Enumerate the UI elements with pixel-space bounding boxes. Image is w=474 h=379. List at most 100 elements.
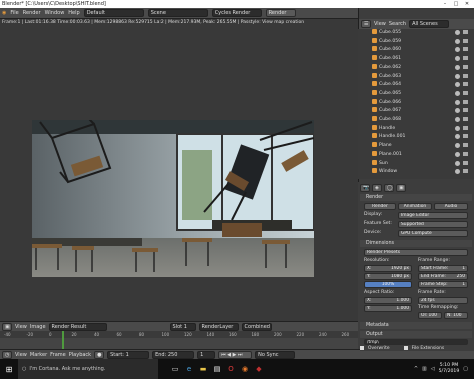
timeline-menu-frame[interactable]: Frame [50,352,66,358]
outliner-item[interactable]: Cube.066 [372,98,472,106]
blender-taskbar-icon[interactable]: ◉ [238,365,252,373]
render-visibility-icon[interactable] [463,117,468,121]
tray-chevron-icon[interactable]: ^ [414,366,418,372]
opera-browser-icon[interactable]: O [224,365,238,373]
start-frame-field[interactable]: Start: 1 [107,350,150,359]
visibility-eye-icon[interactable] [455,73,460,79]
menu-file[interactable]: File [10,10,18,16]
slot-selector[interactable]: Slot 1 [169,322,196,331]
network-icon[interactable]: ▥ [422,366,427,372]
store-icon[interactable]: ▤ [210,365,224,373]
visibility-eye-icon[interactable] [455,169,460,175]
outliner-item[interactable]: Handle [372,124,472,132]
visibility-eye-icon[interactable] [455,82,460,88]
render-panel-header[interactable]: Render [360,194,472,201]
time-remap-new-field[interactable]: N: 100 [444,312,468,319]
render-visibility-icon[interactable] [463,30,468,34]
dimensions-panel-header[interactable]: Dimensions [360,240,472,247]
timeline-menu-playback[interactable]: Playback [69,352,91,358]
timeline-editor-type-icon[interactable]: ◷ [2,350,12,359]
render-button[interactable]: Render [265,9,296,17]
render-visibility-icon[interactable] [463,108,468,113]
visibility-eye-icon[interactable] [455,30,460,35]
render-result-image[interactable] [32,120,314,277]
close-icon[interactable]: ✕ [462,0,472,8]
render-visibility-icon[interactable] [463,90,468,95]
aspect-x-field[interactable]: X: 1.000 [364,297,412,304]
outliner-list[interactable]: Cube.055 Cube.059 Cube.060 Cube.061 Cube.062… [358,29,474,179]
outliner-item[interactable]: Sun [372,159,472,167]
render-visibility-icon[interactable] [463,160,468,165]
windows-start-icon[interactable]: ⊞ [0,365,18,374]
outliner-item[interactable]: Cube.060 [372,46,472,53]
visibility-eye-icon[interactable] [455,99,460,105]
scene-selector[interactable]: Scene [147,9,208,17]
visibility-eye-icon[interactable] [455,64,460,70]
menu-view[interactable]: View [15,324,27,330]
visibility-eye-icon[interactable] [455,90,460,96]
tab-render[interactable]: Render [364,203,396,210]
sync-selector[interactable]: No Sync [255,350,296,359]
overwrite-checkbox[interactable] [360,346,364,350]
render-visibility-icon[interactable] [463,73,468,78]
record-icon[interactable]: ● [94,350,105,359]
outliner-menu-search[interactable]: Search [389,21,406,27]
render-visibility-icon[interactable] [463,125,468,130]
output-panel-header[interactable]: Output [360,331,472,338]
object-tab-icon[interactable]: ▣ [396,184,406,192]
tab-animation[interactable]: Animation [398,203,432,210]
render-tab-icon[interactable]: 📷 [360,184,370,192]
outliner-type-icon[interactable]: ☰ [361,20,371,28]
render-visibility-icon[interactable] [463,151,468,156]
file-extensions-checkbox[interactable] [403,346,408,350]
visibility-eye-icon[interactable] [455,125,460,131]
current-frame-marker[interactable] [62,331,64,349]
tab-audio[interactable]: Audio [434,203,468,210]
world-tab-icon[interactable]: ◯ [384,184,394,192]
visibility-eye-icon[interactable] [455,134,460,140]
resolution-y-field[interactable]: Y: 1080 px [364,273,412,280]
end-frame-field[interactable]: End: 250 [152,350,195,359]
outliner-item[interactable]: Cube.059 [372,37,472,45]
outliner-item[interactable]: Cube.067 [372,107,472,114]
visibility-eye-icon[interactable] [455,108,460,114]
outliner-item[interactable]: Cube.063 [372,72,472,80]
timeline-menu-view[interactable]: View [15,352,27,358]
end-frame-prop[interactable]: End Frame: 250 [418,273,468,280]
visibility-eye-icon[interactable] [455,38,460,44]
outliner-item[interactable]: Cube.065 [372,89,472,97]
render-visibility-icon[interactable] [463,134,468,139]
resolution-percentage-slider[interactable]: 100% [364,281,412,288]
device-select[interactable]: GPU Compute [398,230,468,237]
start-frame-prop[interactable]: Start Frame: 1 [418,265,468,272]
render-visibility-icon[interactable] [463,47,468,52]
resolution-x-field[interactable]: X: 1920 px [364,265,412,272]
visibility-eye-icon[interactable] [455,143,460,149]
render-visibility-icon[interactable] [463,82,468,87]
outliner-item[interactable]: Handle.001 [372,133,472,140]
layout-selector[interactable]: Default [83,9,144,17]
frame-step-prop[interactable]: Frame Step: 1 [418,281,468,288]
frame-rate-select[interactable]: 24 fps [418,297,468,304]
outliner-item[interactable]: Cube.061 [372,55,472,62]
file-explorer-icon[interactable]: ▬ [196,365,210,373]
edge-browser-icon[interactable]: e [182,365,196,373]
image-selector[interactable]: Render Result [48,322,107,331]
render-engine-selector[interactable]: Cycles Render [211,9,262,17]
scene-tab-icon[interactable]: ◈ [372,184,382,192]
outliner-item[interactable]: Plane.001 [372,150,472,158]
menu-render[interactable]: Render [23,10,41,16]
pass-selector[interactable]: Combined [241,322,272,331]
blender-logo-icon[interactable]: ◉ [2,10,6,16]
outliner-menu-view[interactable]: View [374,21,386,27]
layer-selector[interactable]: RenderLayer [198,322,239,331]
render-visibility-icon[interactable] [463,143,468,148]
visibility-eye-icon[interactable] [455,151,460,157]
minimize-icon[interactable]: – [440,0,450,8]
menu-help[interactable]: Help [68,10,79,16]
editor-type-icon[interactable]: ▣ [2,322,12,331]
outliner-item[interactable]: Cube.064 [372,81,472,88]
render-visibility-icon[interactable] [463,64,468,69]
notifications-icon[interactable]: ▢ [463,366,468,372]
volume-icon[interactable]: ◁ [431,366,435,372]
